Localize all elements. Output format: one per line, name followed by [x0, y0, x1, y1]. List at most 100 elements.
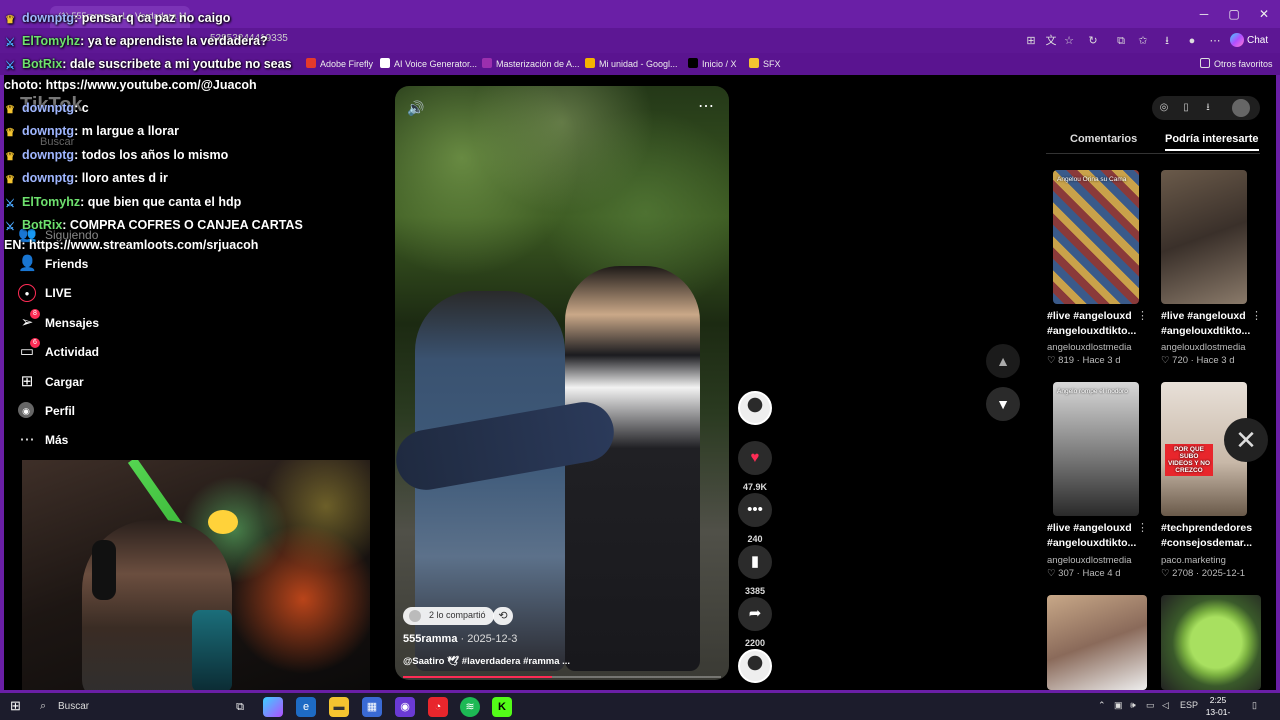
- tray-chevron-icon[interactable]: ⌃: [1098, 700, 1106, 711]
- like-action[interactable]: ♥ 47.9K: [738, 441, 772, 492]
- share-count: 2200: [744, 638, 766, 648]
- creator-avatar[interactable]: [738, 391, 772, 425]
- bookmark-item[interactable]: Inicio / X: [688, 58, 737, 69]
- card-title[interactable]: #live #angelouxd #angelouxdtikto...: [1047, 521, 1147, 551]
- bookmark-item[interactable]: SFX: [749, 58, 781, 69]
- tab-comentarios[interactable]: Comentarios: [1070, 133, 1137, 145]
- nav-item-live[interactable]: ● LIVE: [16, 282, 216, 306]
- nav-item-actividad[interactable]: ▭ 6 Actividad: [16, 338, 216, 365]
- favorites-icon[interactable]: ✩: [1136, 34, 1150, 48]
- card-stats: ♡ 307 · Hace 4 d: [1047, 568, 1121, 579]
- chat-message: ♛ downptg: pensar q ca paz no caigo: [4, 11, 230, 31]
- card-time: Hace 4 d: [1082, 568, 1121, 579]
- menu-dots-icon[interactable]: ⋯: [1208, 34, 1222, 48]
- share-action[interactable]: ➦ 2200: [738, 597, 772, 648]
- bookmark-item[interactable]: Adobe Firefly: [306, 58, 373, 69]
- notifications-icon[interactable]: ▯: [1252, 700, 1257, 711]
- share-icon[interactable]: ➦: [738, 597, 772, 631]
- app-available-icon[interactable]: ⊞: [1024, 34, 1038, 48]
- heart-icon[interactable]: ♥: [738, 441, 772, 475]
- card-more-icon[interactable]: ⋮: [1137, 309, 1148, 322]
- bookmark-icon: [306, 58, 316, 68]
- music-disc-avatar[interactable]: [738, 649, 772, 683]
- nav-item-cargar[interactable]: ⊞ Cargar: [16, 371, 216, 395]
- other-bookmarks[interactable]: Otros favoritos: [1200, 58, 1273, 69]
- download-icon[interactable]: ⭳: [1160, 34, 1174, 48]
- moderator-sword-icon: ⚔: [5, 37, 15, 49]
- recommended-thumbnail[interactable]: [1047, 595, 1147, 690]
- bookmark-item[interactable]: AI Voice Generator...: [380, 58, 477, 69]
- edge-taskbar-icon[interactable]: e: [296, 697, 316, 717]
- nav-label: Friends: [45, 257, 89, 271]
- windows-start-icon[interactable]: ⊞: [10, 699, 24, 713]
- file-explorer-icon[interactable]: ▬: [329, 697, 349, 717]
- shared-pill[interactable]: 2 lo compartió: [403, 607, 494, 625]
- next-video-chevron-down-icon[interactable]: ▼: [986, 387, 1020, 421]
- card-title-line: #angelouxdtikto...: [1047, 537, 1137, 549]
- recommended-thumbnail[interactable]: Angelou Orina su Cama: [1053, 170, 1139, 304]
- profile-avatar-icon[interactable]: ●: [1185, 34, 1199, 48]
- video-player[interactable]: 🔊 ⋯ 2 lo compartió ⟲ 555ramma · 2025-12-…: [395, 86, 729, 680]
- user-avatar-icon[interactable]: [1232, 99, 1250, 117]
- video-author-line[interactable]: 555ramma · 2025-12-3: [403, 633, 517, 645]
- task-view-icon[interactable]: ⧉: [230, 697, 250, 717]
- nav-item-mensajes[interactable]: ➢ 8 Mensajes: [16, 309, 216, 336]
- card-title[interactable]: #live #angelouxd #angelouxdtikto...: [1047, 309, 1147, 339]
- bookmark-item[interactable]: Mi unidad - Googl...: [585, 58, 678, 69]
- spotify-icon[interactable]: ≋: [460, 697, 480, 717]
- sound-icon[interactable]: 🔊: [407, 100, 424, 117]
- store-icon[interactable]: ▦: [362, 697, 382, 717]
- copilot-chat-button[interactable]: Chat: [1230, 32, 1276, 50]
- card-more-icon[interactable]: ⋮: [1251, 309, 1262, 322]
- extensions-icon[interactable]: ⧉: [1114, 34, 1128, 48]
- video-progress-bar[interactable]: [403, 676, 721, 678]
- card-user[interactable]: angelouxdlostmedia: [1161, 342, 1246, 353]
- taskbar-search[interactable]: ⌕ Buscar: [36, 696, 226, 718]
- nav-item-perfil[interactable]: ◉ Perfil: [16, 400, 216, 424]
- card-title[interactable]: #techprendedores #consejosdemar...: [1161, 521, 1261, 551]
- network-icon[interactable]: ▭: [1146, 700, 1155, 711]
- volume-icon[interactable]: 🕪: [1130, 700, 1136, 711]
- floating-x-logo-icon[interactable]: ✕: [1224, 418, 1268, 462]
- copilot-taskbar-icon[interactable]: [263, 697, 283, 717]
- nav-label: Mensajes: [45, 316, 100, 330]
- speaker-icon[interactable]: ◁: [1162, 700, 1169, 711]
- refresh-icon[interactable]: ↻: [1086, 34, 1100, 48]
- recommended-thumbnail[interactable]: Angelo rompe el inodoro: [1053, 382, 1139, 516]
- chat-username: downptg: [22, 101, 75, 115]
- tab-podria-interesarte[interactable]: Podría interesarte: [1165, 133, 1259, 151]
- chat-text: : dale suscribete a mi youtube no seas: [62, 57, 292, 71]
- recommended-thumbnail[interactable]: [1161, 595, 1261, 690]
- comment-icon[interactable]: •••: [738, 493, 772, 527]
- language-indicator[interactable]: ESP: [1180, 700, 1198, 710]
- streamlabs-icon[interactable]: ◔: [428, 697, 448, 717]
- search-icon: ⌕: [40, 700, 47, 712]
- download-icon[interactable]: ⭳: [1202, 102, 1214, 114]
- close-icon[interactable]: ✕: [1252, 6, 1276, 22]
- bookmark-action[interactable]: ▮ 3385: [738, 545, 772, 596]
- maximize-icon[interactable]: ▢: [1222, 6, 1246, 22]
- video-caption[interactable]: @Saatiro 🕊 #laverdadera #ramma ...: [403, 656, 570, 667]
- clock[interactable]: 2:25 13-01-2026: [1198, 694, 1238, 720]
- bookmark-item[interactable]: Masterización de A...: [482, 58, 580, 69]
- minimize-icon[interactable]: ─: [1192, 6, 1216, 22]
- favorite-star-icon[interactable]: ☆: [1062, 34, 1076, 48]
- card-user[interactable]: angelouxdlostmedia: [1047, 555, 1132, 566]
- translate-icon[interactable]: 文: [1044, 34, 1058, 48]
- bookmark-icon[interactable]: ▮: [738, 545, 772, 579]
- comment-action[interactable]: ••• 240: [738, 493, 772, 544]
- card-more-icon[interactable]: ⋮: [1137, 521, 1148, 534]
- kick-icon[interactable]: K: [492, 697, 512, 717]
- obs-icon[interactable]: ◉: [395, 697, 415, 717]
- tray-app-icon[interactable]: ▣: [1114, 700, 1123, 711]
- card-user[interactable]: paco.marketing: [1161, 555, 1226, 566]
- video-more-icon[interactable]: ⋯: [698, 96, 715, 116]
- recommended-thumbnail[interactable]: [1161, 170, 1247, 304]
- repost-icon[interactable]: ⟲: [493, 607, 513, 625]
- card-title[interactable]: #live #angelouxd #angelouxdtikto...: [1161, 309, 1261, 339]
- previous-video-chevron-up-icon[interactable]: ▲: [986, 344, 1020, 378]
- nav-item-mas[interactable]: ⋯ Más: [16, 429, 216, 453]
- phone-icon[interactable]: ▯: [1180, 102, 1192, 114]
- card-user[interactable]: angelouxdlostmedia: [1047, 342, 1132, 353]
- compass-icon[interactable]: ◎: [1158, 102, 1170, 114]
